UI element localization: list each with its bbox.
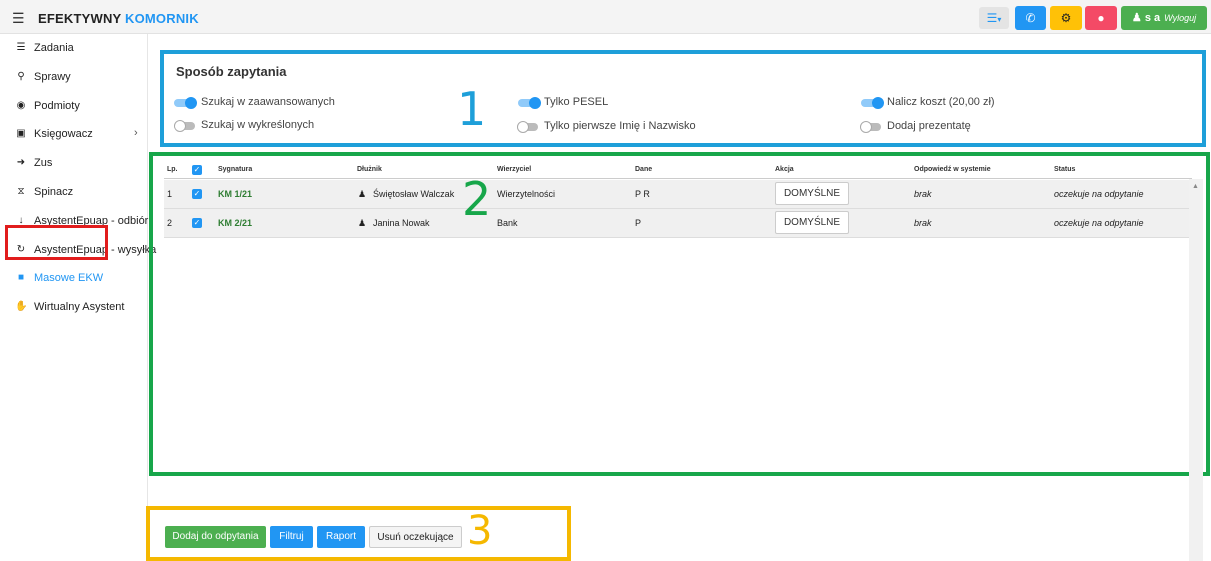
menu-dropdown-button[interactable]: ☰▾ [979, 7, 1009, 29]
alert-button[interactable]: ● [1085, 6, 1117, 30]
person-icon: ♟ [358, 218, 367, 228]
row-checkbox[interactable]: ✓ [192, 218, 202, 228]
row-dluznik: Janina Nowak [373, 218, 430, 228]
user-initials: s a [1144, 12, 1161, 24]
handshake-icon: ✋ [15, 301, 28, 312]
remove-pending-button[interactable]: Usuń oczekujące [369, 526, 462, 548]
toggle-add-presentation-label: Dodaj prezentatę [887, 120, 971, 132]
row-status: oczekuje na odpytanie [1054, 189, 1144, 199]
settings-button[interactable]: ⚙ [1050, 6, 1082, 30]
col-header-dluznik: Dłużnik [357, 166, 382, 173]
col-header-status: Status [1054, 166, 1076, 173]
add-to-query-button[interactable]: Dodaj do odpytania [165, 526, 266, 548]
toggle-add-presentation[interactable] [860, 121, 883, 133]
col-header-akcja: Akcja [775, 166, 794, 173]
toggle-deleted-search-label: Szukaj w wykreślonych [201, 119, 315, 131]
row-dluznik: Świętosław Walczak [373, 189, 455, 199]
row-odpowiedz: brak [914, 189, 932, 199]
person-icon: ♟ [358, 189, 367, 199]
phone-button[interactable]: ✆ [1015, 6, 1046, 30]
brand-accent-name: KOMORNIK [125, 11, 199, 26]
chevron-right-icon: › [134, 127, 138, 139]
toggle-pesel-only[interactable] [518, 97, 541, 109]
row-status: oczekuje na odpytanie [1054, 218, 1144, 228]
ledger-icon: ▣ [16, 128, 26, 139]
col-header-dane: Dane [635, 166, 653, 173]
sign-in-icon: ➜ [16, 157, 26, 168]
sidebar-item-zadania[interactable]: ☰ Zadania [0, 38, 148, 60]
toggle-deleted-search[interactable] [174, 120, 197, 132]
col-header-odpowiedz: Odpowiedź w systemie [914, 166, 991, 173]
query-options-title: Sposób zapytania [176, 64, 287, 79]
row-dane: P R [635, 189, 650, 199]
sidebar-item-spinacz[interactable]: ⧖ Spinacz [0, 182, 148, 204]
search-icon: ⚲ [17, 71, 25, 82]
row-wierzyciel: Wierzytelności [497, 189, 556, 199]
row-sygnatura-link[interactable]: KM 1/21 [218, 189, 252, 199]
active-item-highlight [5, 225, 108, 260]
top-bar: ☰ EFEKTYWNY KOMORNIK ☰▾ ✆ ⚙ ● ♟ s a Wylog… [0, 0, 1211, 34]
brand-logo: EFEKTYWNY KOMORNIK [38, 11, 199, 26]
toggle-advanced-search-label: Szukaj w zaawansowanych [201, 96, 335, 108]
toggle-pesel-only-label: Tylko PESEL [544, 96, 609, 108]
toggle-charge-cost[interactable] [861, 97, 884, 109]
sidebar-item-wirtualny-asystent[interactable]: ✋ Wirtualny Asystent [0, 297, 148, 319]
row-checkbox[interactable]: ✓ [192, 189, 202, 199]
default-action-button[interactable]: DOMYŚLNE [775, 211, 849, 234]
paperclip-icon: ⧖ [17, 186, 25, 197]
row-odpowiedz: brak [914, 218, 932, 228]
hamburger-menu-icon[interactable]: ☰ [12, 10, 25, 27]
select-all-checkbox[interactable]: ✓ [192, 165, 202, 175]
user-icon: ♟ [1131, 12, 1142, 24]
sidebar-item-masowe-ekw[interactable]: ■ Masowe EKW [0, 268, 148, 290]
globe-icon: ◉ [16, 100, 26, 111]
annotation-number-2: 2 [462, 172, 492, 226]
col-header-wierzyciel: Wierzyciel [497, 166, 532, 173]
toggle-advanced-search[interactable] [174, 97, 197, 109]
brand-name: EFEKTYWNY [38, 11, 122, 26]
report-button[interactable]: Raport [317, 526, 365, 548]
table-row[interactable] [164, 209, 1189, 238]
user-button[interactable]: ♟ s a Wyloguj [1121, 6, 1207, 30]
drop-icon: ● [1097, 11, 1105, 25]
sidebar-item-sprawy[interactable]: ⚲ Sprawy [0, 67, 148, 89]
col-header-sygnatura: Sygnatura [218, 166, 253, 173]
col-header-lp: Lp. [167, 166, 178, 173]
row-dane: P [635, 218, 642, 228]
table-row[interactable] [164, 180, 1189, 209]
filter-button[interactable]: Filtruj [270, 526, 313, 548]
list-icon: ☰ [16, 42, 26, 53]
book-icon: ■ [17, 272, 25, 283]
toggle-first-name-only[interactable] [517, 121, 540, 133]
vertical-scrollbar[interactable]: ▲ [1189, 179, 1203, 561]
sidebar: ☰ Zadania ⚲ Sprawy ◉ Podmioty ▣ Księgowacz › … [0, 34, 156, 561]
row-lp: 1 [167, 189, 173, 199]
logout-link[interactable]: Wyloguj [1164, 13, 1196, 23]
gear-icon: ⚙ [1060, 11, 1072, 25]
default-action-button[interactable]: DOMYŚLNE [775, 182, 849, 205]
sidebar-item-zus[interactable]: ➜ Zus [0, 153, 148, 175]
sidebar-item-ksiegowacz[interactable]: ▣ Księgowacz › [0, 124, 148, 146]
phone-icon: ✆ [1025, 11, 1036, 25]
toggle-charge-cost-label: Nalicz koszt (20,00 zł) [887, 96, 995, 108]
row-sygnatura-link[interactable]: KM 2/21 [218, 218, 252, 228]
annotation-number-3: 3 [467, 508, 493, 554]
toggle-first-name-only-label: Tylko pierwsze Imię i Nazwisko [544, 120, 696, 132]
scroll-up-icon[interactable]: ▲ [1192, 183, 1199, 190]
sidebar-item-podmioty[interactable]: ◉ Podmioty [0, 96, 148, 118]
annotation-number-1: 1 [457, 82, 487, 136]
table-header-divider [164, 178, 1192, 179]
row-wierzyciel: Bank [497, 218, 518, 228]
row-lp: 2 [167, 218, 173, 228]
